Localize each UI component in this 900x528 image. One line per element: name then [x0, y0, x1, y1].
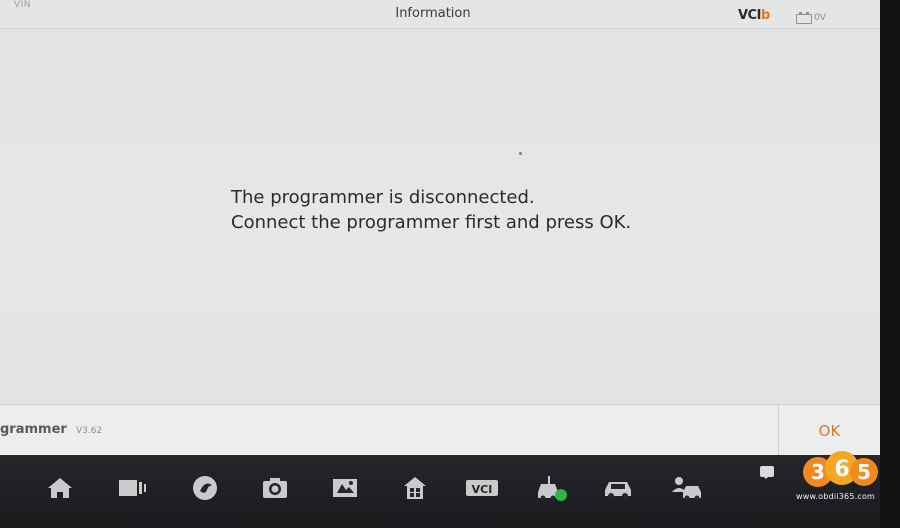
battery-voltage: 0V [814, 13, 826, 23]
svg-text:6: 6 [834, 457, 849, 482]
message-line-1: The programmer is disconnected. [231, 187, 535, 208]
vci-logo-accent: b [760, 8, 770, 23]
app-name: grammer [0, 422, 67, 437]
camera-icon[interactable] [259, 472, 291, 504]
svg-text:3: 3 [811, 460, 825, 484]
home-icon[interactable] [44, 472, 76, 504]
chat-icon[interactable] [760, 466, 774, 479]
obdii365-logo: 3 6 5 [798, 444, 880, 492]
vci-label-icon[interactable]: VCI [464, 472, 500, 504]
svg-text:5: 5 [857, 460, 871, 484]
display-settings-icon[interactable] [329, 472, 361, 504]
android-taskbar: VCI [0, 455, 880, 528]
vci-logo-main: VCI [738, 8, 761, 23]
page-title: Information [395, 6, 471, 21]
device-bezel [878, 0, 900, 528]
vci-manager-icon[interactable] [399, 472, 431, 504]
browser-icon[interactable] [189, 472, 221, 504]
battery-icon [796, 12, 812, 24]
app-screen: VIN Information VCIb 0V The programmer i… [0, 0, 880, 455]
footer-bar: grammer V3.62 OK [0, 404, 880, 455]
vehicle-connected-icon[interactable] [534, 472, 570, 504]
recent-apps-icon[interactable] [116, 472, 148, 504]
vci-text: VCI [472, 483, 493, 496]
message-line-2: Connect the programmer first and press O… [231, 212, 632, 233]
vci-status-logo: VCIb [738, 8, 770, 23]
car-user-icon[interactable] [668, 472, 704, 504]
dialog-message: The programmer is disconnected. Connect … [231, 185, 631, 235]
car-icon[interactable] [602, 472, 634, 504]
header-bar: VIN Information VCIb 0V [0, 0, 880, 29]
watermark-url: www.obdii365.com [796, 492, 876, 501]
screen-speck [519, 152, 522, 155]
app-version: V3.62 [76, 426, 103, 436]
